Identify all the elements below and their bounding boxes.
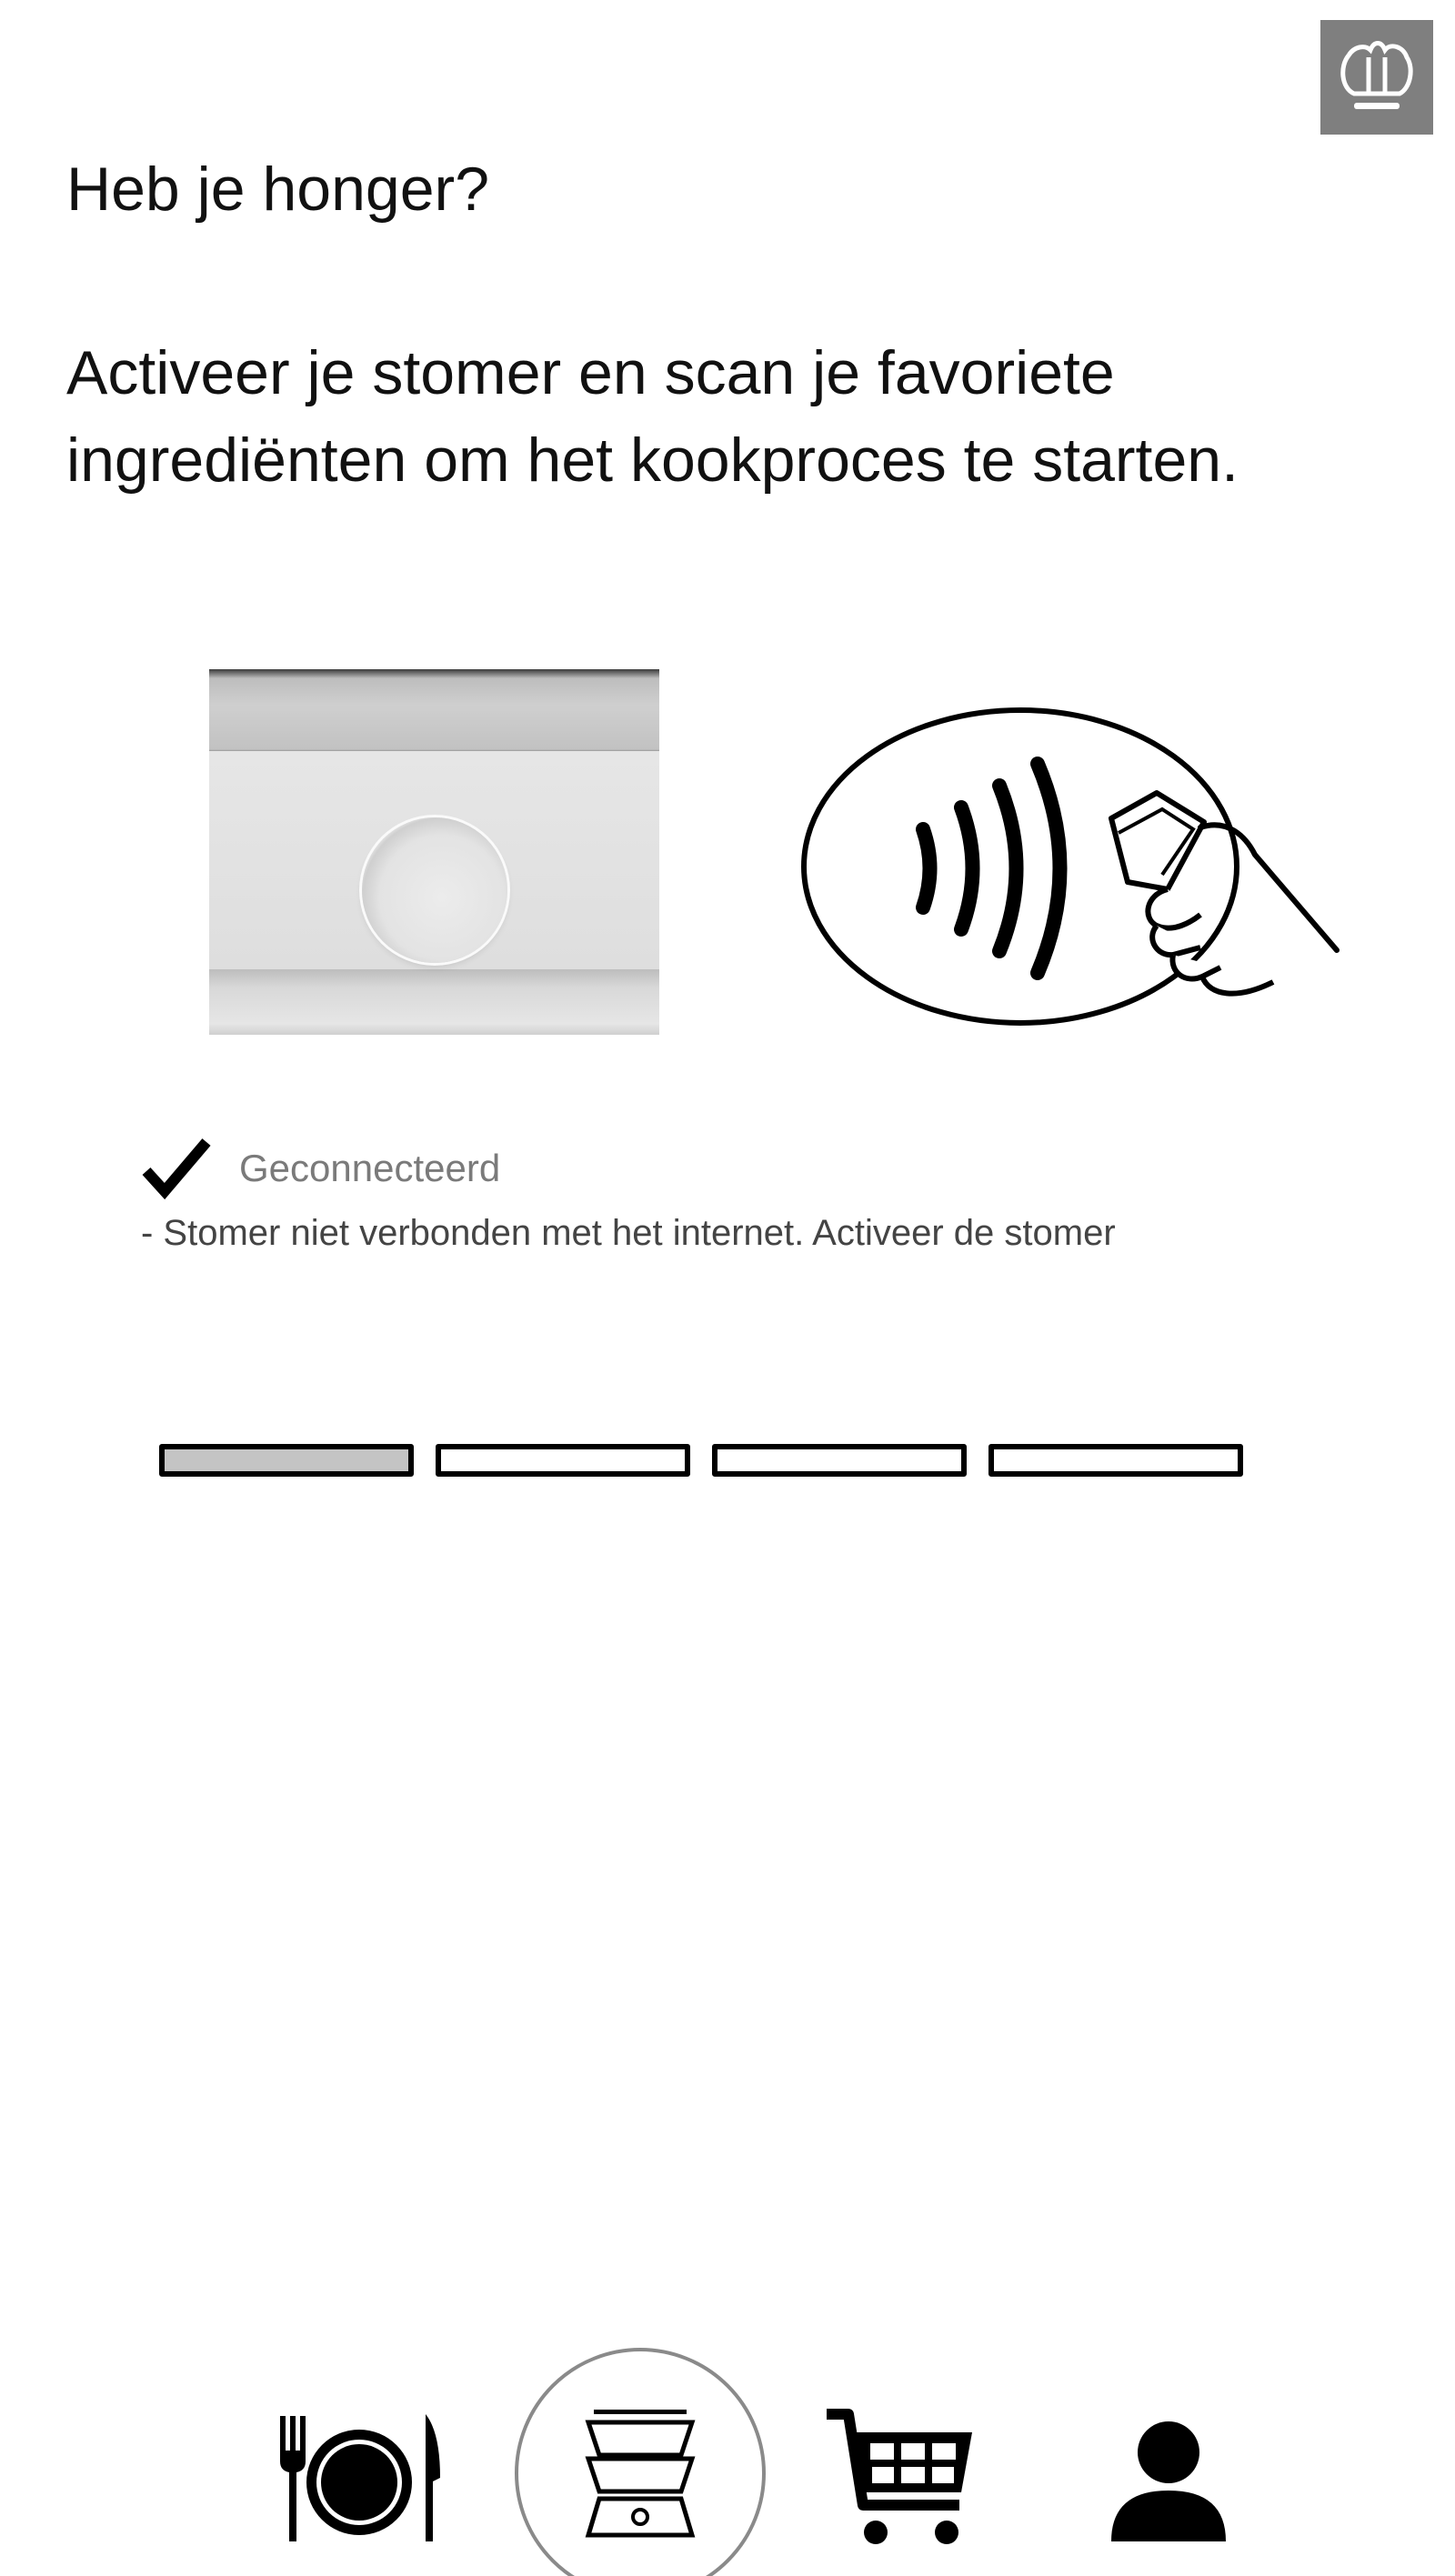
page-title: Heb je honger? <box>66 155 490 224</box>
chef-hat-logo[interactable] <box>1320 20 1433 135</box>
progress-step-1 <box>159 1444 414 1477</box>
steamer-top-edge <box>209 669 659 751</box>
contactless-scan-icon <box>801 707 1340 1026</box>
progress-step-2 <box>436 1444 690 1477</box>
steamer-icon <box>585 2410 696 2538</box>
bottom-navigation <box>0 2337 1455 2576</box>
progress-step-3 <box>712 1444 967 1477</box>
steamer-activation-screen: Heb je honger? Activeer je stomer en sca… <box>0 0 1455 2576</box>
nav-profile-button[interactable] <box>1100 2414 1237 2551</box>
nav-dining-button[interactable] <box>273 2405 446 2551</box>
status-detail: - Stomer niet verbonden met het internet… <box>141 1213 1116 1253</box>
steamer-bottom-edge <box>209 969 659 1035</box>
steamer-power-button <box>362 817 507 963</box>
chef-hat-icon <box>1340 41 1413 109</box>
nav-cart-button[interactable] <box>823 2405 978 2551</box>
steamer-power-button-image <box>209 669 659 1035</box>
dining-icon <box>280 2414 440 2541</box>
instruction-text: Activeer je stomer en scan je favoriete … <box>66 338 1239 495</box>
progress-step-4 <box>988 1444 1243 1477</box>
step-progress-indicator <box>159 1444 1243 1477</box>
status-label: Geconnecteerd <box>239 1147 501 1189</box>
profile-icon <box>1111 2421 1226 2541</box>
nav-steamer-button[interactable] <box>515 2348 766 2576</box>
connection-status: Geconnecteerd <box>141 1132 500 1205</box>
checkmark-icon <box>142 1138 211 1200</box>
cart-icon <box>827 2409 972 2544</box>
